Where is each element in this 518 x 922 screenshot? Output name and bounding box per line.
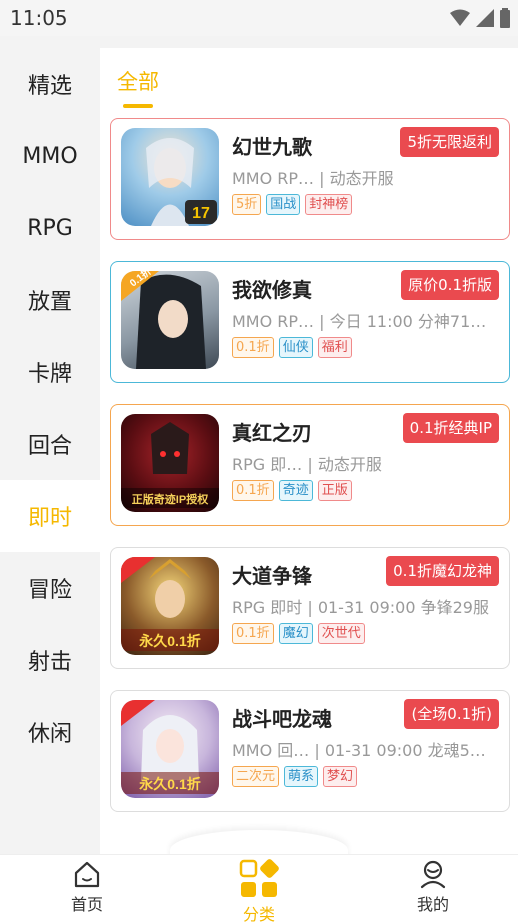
top-strip [0,36,518,48]
game-card[interactable]: 永久0.1折 大道争锋 RPG 即时 | 01-31 09:00 争锋29服 0… [110,547,510,669]
game-badge: 永久0.1折 [138,633,200,649]
tag-feature: 次世代 [317,623,365,644]
sidebar-item-rpg[interactable]: RPG [0,192,100,264]
status-time: 11:05 [10,6,68,30]
game-thumbnail: 17 [121,128,219,226]
game-title: 大道争锋 [232,564,312,588]
game-badge: 永久0.1折 [138,776,200,792]
nav-profile[interactable]: 我的 [383,859,483,915]
promo-badge: 0.1折魔幻龙神 [386,556,499,586]
game-art: 永久0.1折 [121,557,219,651]
game-meta: MMO RP… | 动态开服 [232,169,394,188]
tag-feature: 梦幻 [323,766,358,787]
tag-feature: 封神榜 [305,194,353,215]
sidebar-item-label: 精选 [27,74,72,99]
tag-feature: 福利 [317,337,352,358]
sidebar-item-mmo[interactable]: MMO [0,120,100,192]
sidebar-item-label: 冒险 [27,578,72,603]
sidebar-item-label: MMO [22,143,78,169]
game-art: 0.1折 [121,271,206,369]
nav-label: 分类 [242,905,275,922]
category-icon [239,859,279,897]
game-thumbnail: 0.1折 [121,271,219,369]
tag-feature: 正版 [317,480,352,501]
sidebar-item-label: RPG [27,215,73,241]
promo-badge: (全场0.1折) [404,699,499,729]
game-card[interactable]: 正版奇迹IP授权 真红之刃 RPG 即… | 动态开服 0.1折 奇迹 正版 0… [110,404,510,526]
game-meta: MMO 回… | 01-31 09:00 龙魂5… [232,741,486,760]
game-meta: MMO RP… | 今日 11:00 分神71… [232,312,487,331]
tag-discount: 0.1折 [232,337,274,358]
game-title: 战斗吧龙魂 [232,707,332,731]
tag-genre: 萌系 [284,766,319,787]
game-card[interactable]: 永久0.1折 战斗吧龙魂 MMO 回… | 01-31 09:00 龙魂5… 二… [110,690,510,812]
tag-genre: 仙侠 [278,337,313,358]
tag-genre: 魔幻 [278,623,313,644]
game-title: 幻世九歌 [232,135,312,159]
game-list-panel: 全部 17 幻世九歌 MMO RP… | 动态开服 5折 国战 封神榜 5折无限… [100,48,518,854]
promo-badge: 5折无限返利 [400,127,499,157]
nav-label: 我的 [416,895,449,914]
game-art: 永久0.1折 [121,700,219,794]
category-sidebar: 精选 MMO RPG 放置 卡牌 回合 即时 冒险 射击 休闲 [0,48,100,854]
sidebar-item-huihe[interactable]: 回合 [0,408,100,480]
game-meta: RPG 即… | 动态开服 [232,455,382,474]
wifi-icon [450,9,470,26]
promo-badge: 原价0.1折版 [401,270,499,300]
tab-underline [123,104,153,108]
tag-discount: 5折 [232,194,262,215]
status-bar: 11:05 [0,0,518,36]
game-thumbnail: 正版奇迹IP授权 [121,414,219,512]
sidebar-item-label: 卡牌 [27,362,72,387]
home-icon [74,861,100,888]
signal-icon [476,9,494,27]
nav-home[interactable]: 首页 [37,859,137,915]
sidebar-item-label: 回合 [27,434,72,459]
sidebar-item-jishi[interactable]: 即时 [0,480,100,552]
sidebar-item-sheji[interactable]: 射击 [0,624,100,696]
game-tags: 5折 国战 封神榜 [232,194,353,215]
nav-label: 首页 [70,895,103,914]
sidebar-item-xiuxian[interactable]: 休闲 [0,696,100,768]
tab-all[interactable]: 全部 [117,66,159,96]
tag-genre: 奇迹 [278,480,313,501]
game-badge: 17 [192,205,210,222]
game-title: 我欲修真 [232,278,312,302]
game-meta: RPG 即时 | 01-31 09:00 争锋29服 [232,598,489,617]
game-tags: 二次元 萌系 梦幻 [232,766,358,787]
game-tags: 0.1折 奇迹 正版 [232,480,352,501]
battery-icon [500,8,510,28]
sidebar-item-jingxuan[interactable]: 精选 [0,48,100,120]
tag-genre: 国战 [266,194,301,215]
game-tags: 0.1折 仙侠 福利 [232,337,352,358]
tag-discount: 0.1折 [232,480,274,501]
game-art: 17 [146,138,217,226]
game-thumbnail: 永久0.1折 [121,557,219,655]
sidebar-item-maoxian[interactable]: 冒险 [0,552,100,624]
game-title: 真红之刃 [232,421,312,445]
nav-category[interactable]: 分类 [209,859,309,922]
profile-icon [420,860,446,889]
promo-badge: 0.1折经典IP [402,413,499,443]
game-tags: 0.1折 魔幻 次世代 [232,623,365,644]
status-icons [450,8,510,28]
sidebar-item-label: 休闲 [27,722,72,747]
game-card[interactable]: 17 幻世九歌 MMO RP… | 动态开服 5折 国战 封神榜 5折无限返利 [110,118,510,240]
sidebar-item-label: 放置 [27,290,72,315]
game-thumbnail: 永久0.1折 [121,700,219,798]
bottom-nav: 首页 分类 我的 [0,854,518,922]
sidebar-item-label: 即时 [27,506,72,531]
game-badge: 正版奇迹IP授权 [132,492,209,506]
sidebar-item-kapai[interactable]: 卡牌 [0,336,100,408]
sidebar-item-label: 射击 [27,650,72,675]
tag-discount: 0.1折 [232,623,274,644]
tag-theme: 二次元 [232,766,280,787]
game-art: 正版奇迹IP授权 [121,422,219,508]
sidebar-item-fangzhi[interactable]: 放置 [0,264,100,336]
game-card[interactable]: 0.1折 我欲修真 MMO RP… | 今日 11:00 分神71… 0.1折 … [110,261,510,383]
